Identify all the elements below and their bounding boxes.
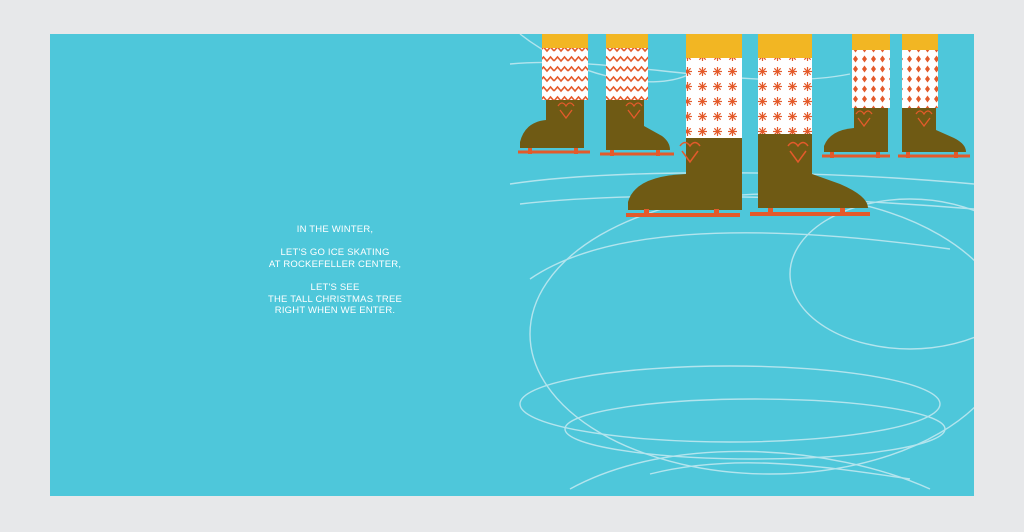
poem-line: THE TALL CHRISTMAS TREE: [267, 293, 403, 305]
poem-stanza-1: IN THE WINTER,: [200, 224, 470, 236]
skating-illustration: [509, 34, 974, 490]
skater-left: [518, 34, 674, 156]
skater-right: [822, 34, 970, 158]
book-spread: IN THE WINTER, LET'S GO ICE SKATING AT R…: [50, 34, 974, 496]
poem-text: IN THE WINTER, LET'S GO ICE SKATING AT R…: [200, 224, 470, 328]
poem-line: LET'S GO ICE SKATING: [280, 247, 390, 259]
poem-line: RIGHT WHEN WE ENTER.: [274, 305, 396, 317]
poem-line: AT ROCKEFELLER CENTER,: [268, 258, 402, 270]
poem-line: LET'S SEE: [310, 281, 360, 293]
skater-center: [626, 34, 870, 217]
poem-stanza-2: LET'S GO ICE SKATING AT ROCKEFELLER CENT…: [200, 247, 470, 270]
poem-line: IN THE WINTER,: [296, 224, 374, 235]
poem-stanza-3: LET'S SEE THE TALL CHRISTMAS TREE RIGHT …: [200, 282, 470, 317]
